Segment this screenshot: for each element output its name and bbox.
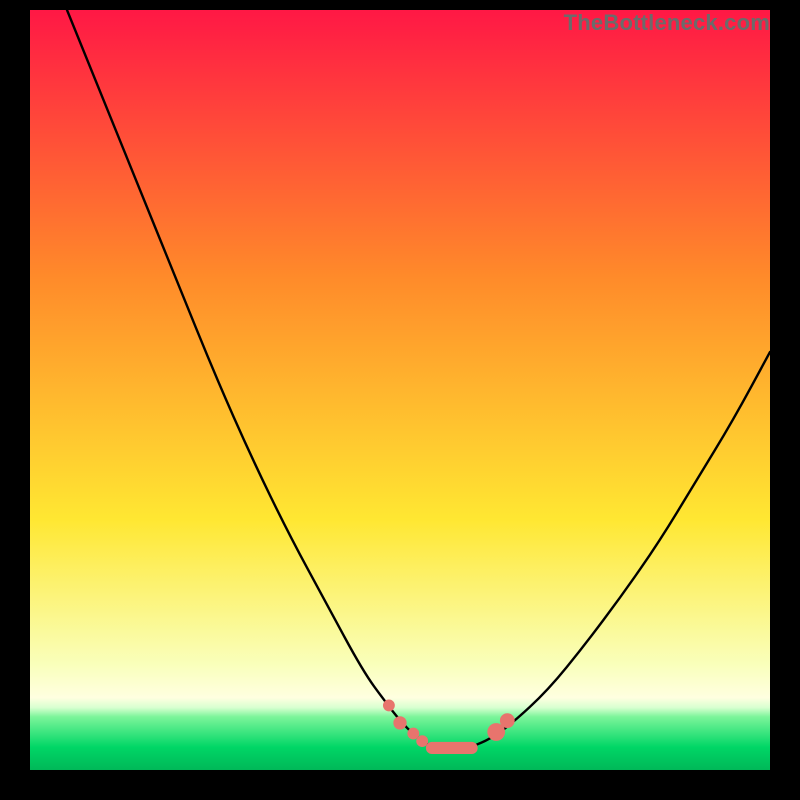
chart-svg xyxy=(30,10,770,770)
outer-frame: TheBottleneck.com xyxy=(0,0,800,800)
gradient-background xyxy=(30,10,770,770)
curve-marker xyxy=(383,699,395,711)
curve-marker xyxy=(416,735,428,747)
valley-bar xyxy=(426,742,478,754)
plot-area xyxy=(30,10,770,770)
curve-marker xyxy=(393,716,406,729)
watermark-text: TheBottleneck.com xyxy=(564,10,770,36)
curve-marker xyxy=(500,713,515,728)
